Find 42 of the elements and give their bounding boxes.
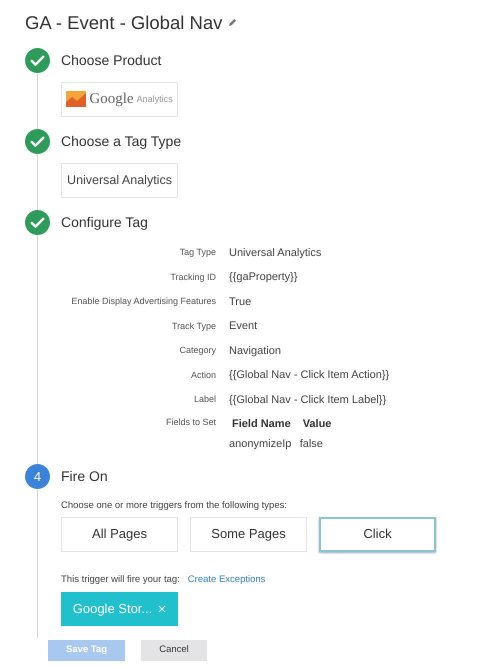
trigger-option[interactable]: Click bbox=[319, 516, 436, 552]
field-value: Navigation bbox=[229, 344, 282, 359]
field-value: Event bbox=[229, 319, 258, 334]
field-label: Label bbox=[192, 393, 216, 406]
trigger-option[interactable]: Some Pages bbox=[190, 516, 307, 552]
trigger-option[interactable]: All Pages bbox=[61, 516, 178, 552]
field-value: Universal Analytics bbox=[229, 246, 322, 261]
chip-label: Google Stor... bbox=[72, 600, 152, 618]
tag-type-card[interactable]: Universal Analytics bbox=[61, 162, 178, 198]
check-circle-icon bbox=[25, 48, 50, 73]
table-cell-text: anonymizeIp bbox=[229, 436, 292, 452]
field-label: Tag Type bbox=[178, 246, 216, 260]
step-title: Fire On bbox=[61, 467, 109, 486]
product-text: Analytics bbox=[136, 92, 173, 106]
product-card[interactable]: Google Analytics bbox=[61, 82, 178, 117]
step-number: 4 bbox=[25, 464, 50, 490]
field-value: {{Global Nav - Click Item Label}} bbox=[229, 392, 388, 408]
field-label: Action bbox=[190, 368, 216, 382]
prompt-text: Choose one or more triggers from the following types: bbox=[61, 499, 288, 514]
table-cell-text: false bbox=[300, 436, 324, 452]
field-label: Category bbox=[178, 344, 216, 358]
create-exceptions-link[interactable]: Create Exceptions bbox=[188, 572, 266, 587]
check-circle-icon bbox=[25, 128, 50, 154]
column-header: Value bbox=[302, 417, 332, 432]
field-value: {{Global Nav - Click Item Action}} bbox=[229, 368, 390, 384]
field-label: Fields to Set bbox=[164, 416, 216, 430]
chart-logo-icon bbox=[66, 91, 86, 108]
step-title: Choose Product bbox=[61, 50, 162, 70]
fire-text: This trigger will fire your tag: bbox=[61, 572, 180, 586]
brand-text: Google bbox=[89, 90, 134, 109]
check-circle-icon bbox=[25, 210, 50, 235]
field-value: {{gaProperty}} bbox=[229, 270, 299, 286]
column-header: Field Name bbox=[231, 417, 292, 432]
cancel-button[interactable]: Cancel bbox=[141, 640, 207, 661]
field-label: Enable Display Advertising Features bbox=[70, 295, 216, 308]
field-value: True bbox=[229, 294, 252, 310]
pencil-icon[interactable] bbox=[228, 18, 238, 28]
field-label: Tracking ID bbox=[169, 270, 216, 284]
tag-title: GA - Event - Global Nav bbox=[25, 11, 222, 35]
field-label: Track Type bbox=[170, 320, 216, 333]
step-title: Choose a Tag Type bbox=[61, 132, 182, 151]
step-title: Configure Tag bbox=[61, 212, 149, 232]
